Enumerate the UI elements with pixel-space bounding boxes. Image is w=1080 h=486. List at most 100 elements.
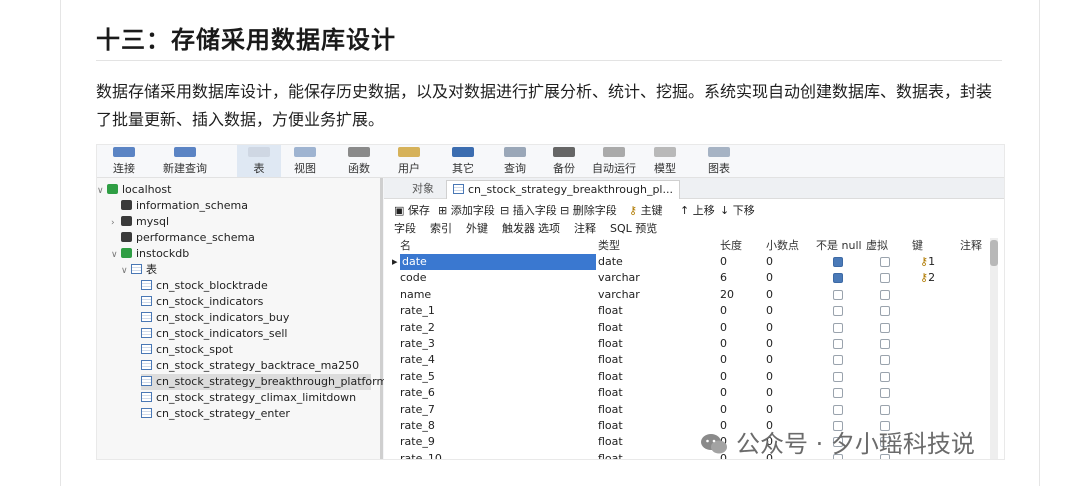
field-name-cell[interactable]: rate_9 — [400, 434, 435, 450]
not-null-checkbox[interactable] — [833, 355, 843, 366]
field-type-cell[interactable]: float — [598, 385, 623, 401]
field-length-cell[interactable]: 0 — [720, 402, 727, 418]
field-length-cell[interactable]: 0 — [720, 320, 727, 336]
virtual-checkbox[interactable] — [880, 289, 890, 300]
field-decimal-cell[interactable]: 0 — [766, 254, 773, 270]
toolbar-button-3[interactable]: 视图 — [285, 145, 325, 177]
field-type-cell[interactable]: float — [598, 336, 623, 352]
col-header-length[interactable]: 长度 — [720, 238, 742, 254]
table-row[interactable]: ▸ date date 0 0 ⚷1 — [384, 254, 988, 270]
field-name-cell[interactable]: rate_4 — [400, 352, 435, 368]
not-null-checkbox[interactable] — [833, 388, 843, 399]
virtual-checkbox[interactable] — [880, 273, 890, 284]
chevron-down-icon[interactable]: ∨ — [97, 183, 107, 199]
save-button[interactable]: ▣ 保存 — [394, 202, 430, 218]
not-null-checkbox[interactable] — [833, 289, 843, 300]
chevron-down-icon[interactable]: ∨ — [121, 263, 131, 279]
field-decimal-cell[interactable]: 0 — [766, 352, 773, 368]
not-null-checkbox[interactable] — [833, 322, 843, 333]
not-null-checkbox[interactable] — [833, 306, 843, 317]
table-row[interactable]: rate_5 float 0 0 — [384, 369, 988, 385]
tab-table-design[interactable]: cn_stock_strategy_breakthrough_pl... — [446, 180, 680, 199]
col-header-name[interactable]: 名 — [400, 238, 411, 254]
field-length-cell[interactable]: 0 — [720, 369, 727, 385]
move-down-button[interactable]: ↓ 下移 — [720, 202, 755, 218]
field-type-cell[interactable]: float — [598, 369, 623, 385]
toolbar-button-11[interactable]: 图表 — [699, 145, 739, 177]
field-length-cell[interactable]: 0 — [720, 385, 727, 401]
scrollbar-thumb[interactable] — [990, 240, 998, 266]
field-type-cell[interactable]: float — [598, 418, 623, 434]
tree-db-instockdb[interactable]: ∨ instockdb — [111, 246, 189, 262]
table-row[interactable]: rate_1 float 0 0 — [384, 303, 988, 319]
col-header-comment[interactable]: 注释 — [960, 238, 982, 254]
field-decimal-cell[interactable]: 0 — [766, 320, 773, 336]
table-row[interactable]: rate_3 float 0 0 — [384, 336, 988, 352]
table-row[interactable]: name varchar 20 0 — [384, 287, 988, 303]
field-name-cell[interactable]: rate_2 — [400, 320, 435, 336]
virtual-checkbox[interactable] — [880, 322, 890, 333]
field-name-cell[interactable]: rate_5 — [400, 369, 435, 385]
col-header-type[interactable]: 类型 — [598, 238, 620, 254]
tree-table-item[interactable]: cn_stock_indicators_sell — [141, 326, 287, 342]
field-length-cell[interactable]: 20 — [720, 287, 734, 303]
toolbar-button-7[interactable]: 查询 — [495, 145, 535, 177]
field-decimal-cell[interactable]: 0 — [766, 369, 773, 385]
tree-connection-localhost[interactable]: ∨ localhost — [97, 182, 171, 198]
table-row[interactable]: code varchar 6 0 ⚷2 — [384, 270, 988, 286]
toolbar-button-6[interactable]: 其它 — [443, 145, 483, 177]
table-row[interactable]: rate_6 float 0 0 — [384, 385, 988, 401]
chevron-down-icon[interactable]: ∨ — [111, 247, 121, 263]
field-type-cell[interactable]: float — [598, 320, 623, 336]
field-decimal-cell[interactable]: 0 — [766, 385, 773, 401]
tab-objects[interactable]: 对象 — [406, 180, 440, 198]
not-null-checkbox[interactable] — [833, 257, 843, 267]
toolbar-button-1[interactable]: 新建查询 — [155, 145, 215, 177]
tree-table-item[interactable]: cn_stock_blocktrade — [141, 278, 268, 294]
toolbar-button-10[interactable]: 模型 — [645, 145, 685, 177]
add-field-button[interactable]: ⊞ 添加字段 — [438, 202, 495, 218]
primary-key-button[interactable]: ⚷ 主键 — [629, 202, 663, 218]
field-decimal-cell[interactable]: 0 — [766, 270, 773, 286]
move-up-button[interactable]: ↑ 上移 — [680, 202, 715, 218]
col-header-virtual[interactable]: 虚拟 — [866, 238, 888, 254]
grid-scrollbar[interactable] — [990, 238, 998, 459]
field-type-cell[interactable]: date — [598, 254, 623, 270]
field-type-cell[interactable]: float — [598, 434, 623, 450]
virtual-checkbox[interactable] — [880, 355, 890, 366]
field-name-cell[interactable]: rate_7 — [400, 402, 435, 418]
tree-table-item[interactable]: cn_stock_strategy_backtrace_ma250 — [141, 358, 359, 374]
field-length-cell[interactable]: 0 — [720, 352, 727, 368]
table-row[interactable]: rate_4 float 0 0 — [384, 352, 988, 368]
field-name-cell[interactable]: rate_10 — [400, 451, 442, 459]
field-decimal-cell[interactable]: 0 — [766, 287, 773, 303]
subtab-comment[interactable]: 注释 — [574, 220, 596, 236]
field-type-cell[interactable]: float — [598, 402, 623, 418]
field-type-cell[interactable]: varchar — [598, 270, 640, 286]
virtual-checkbox[interactable] — [880, 257, 890, 267]
subtab-options[interactable]: 选项 — [538, 220, 560, 236]
delete-field-button[interactable]: ⊟ 删除字段 — [560, 202, 617, 218]
insert-field-button[interactable]: ⊟ 插入字段 — [500, 202, 557, 218]
toolbar-button-8[interactable]: 备份 — [547, 145, 581, 177]
field-name-cell[interactable]: rate_1 — [400, 303, 435, 319]
subtab-fields[interactable]: 字段 — [394, 220, 416, 236]
virtual-checkbox[interactable] — [880, 371, 890, 382]
tree-table-item[interactable]: cn_stock_strategy_climax_limitdown — [141, 390, 356, 406]
field-type-cell[interactable]: varchar — [598, 287, 640, 303]
not-null-checkbox[interactable] — [833, 404, 843, 415]
tree-db-information-schema[interactable]: information_schema — [111, 198, 248, 214]
field-name-cell[interactable]: name — [400, 287, 431, 303]
subtab-triggers[interactable]: 触发器 — [502, 220, 535, 236]
not-null-checkbox[interactable] — [833, 339, 843, 349]
field-type-cell[interactable]: float — [598, 451, 623, 459]
field-name-cell[interactable]: rate_8 — [400, 418, 435, 434]
col-header-key[interactable]: 键 — [912, 238, 923, 254]
tree-table-item[interactable]: cn_stock_indicators — [141, 294, 263, 310]
subtab-sql-preview[interactable]: SQL 预览 — [610, 220, 657, 236]
tree-db-mysql[interactable]: › mysql — [111, 214, 169, 230]
table-row[interactable]: rate_2 float 0 0 — [384, 320, 988, 336]
not-null-checkbox[interactable] — [833, 273, 843, 284]
col-header-decimal[interactable]: 小数点 — [766, 238, 799, 254]
toolbar-button-5[interactable]: 用户 — [389, 145, 429, 177]
